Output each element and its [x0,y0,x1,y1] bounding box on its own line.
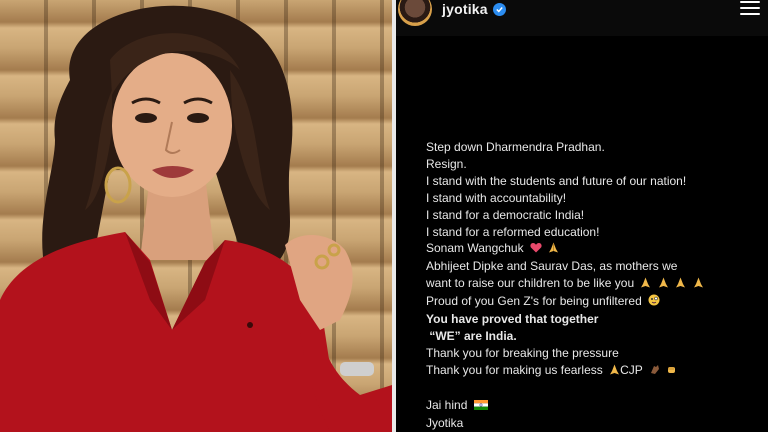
india-flag-icon [473,398,488,415]
caption-line-8: Abhijeet Dipke and Saurav Das, as mother… [426,259,678,274]
hamburger-menu-icon[interactable] [740,1,760,15]
caption-line-17: Jyotika [426,415,464,430]
caption-line-16: Jai hind [426,397,756,415]
caption-line-16-text: Jai hind [426,397,468,412]
raised-fist-icon [666,363,677,380]
folded-hands-icon [675,276,686,293]
caption-line-14: Thank you for making us fearless CJP [426,362,756,380]
caption-line-9: want to raise our children to be like yo… [426,275,756,293]
profile-photo [0,0,394,432]
post-header: jyotika [396,0,768,36]
folded-hands-icon [609,363,620,380]
verified-badge-icon [492,2,506,16]
caption-line-2: Resign. [426,156,467,171]
username-row: jyotika [442,1,506,17]
caption-line-14-text: Thank you for making us fearless [426,362,603,377]
caption-line-5: I stand for a democratic India! [426,207,585,222]
caption-line-13: Thank you for breaking the pressure [426,345,619,360]
caption-line-6: I stand for a reformed education! [426,224,600,239]
cjp-text: CJP [620,362,643,377]
folded-hands-icon [693,276,704,293]
caption-line-7: Sonam Wangchuk [426,240,756,258]
folded-hands-icon [658,276,669,293]
caption-line-4: I stand with accountability! [426,190,567,205]
caption-line-10: Proud of you Gen Z's for being unfiltere… [426,293,756,311]
caption-line-7-text: Sonam Wangchuk [426,241,524,256]
folded-hands-icon [548,241,559,258]
clapping-hands-icon [649,363,660,380]
heart-icon [530,241,542,258]
caption-line-11: You have proved that together [426,312,599,327]
instagram-post-panel: jyotika Step down Dharmendra Pradhan. Re… [396,0,768,432]
caption-line-12: “WE” are India. [426,328,517,343]
woman-portrait-illustration [0,5,392,432]
caption-line-1: Step down Dharmendra Pradhan. [426,140,605,154]
username[interactable]: jyotika [442,1,488,17]
avatar[interactable] [398,0,432,26]
caption-line-3: I stand with the students and future of … [426,173,687,188]
caption-line-9-text: want to raise our children to be like yo… [426,276,635,291]
post-caption: Step down Dharmendra Pradhan. Resign. I … [426,139,756,432]
zany-face-icon [648,294,660,311]
folded-hands-icon [640,276,651,293]
caption-line-10-text: Proud of you Gen Z's for being unfiltere… [426,294,642,309]
